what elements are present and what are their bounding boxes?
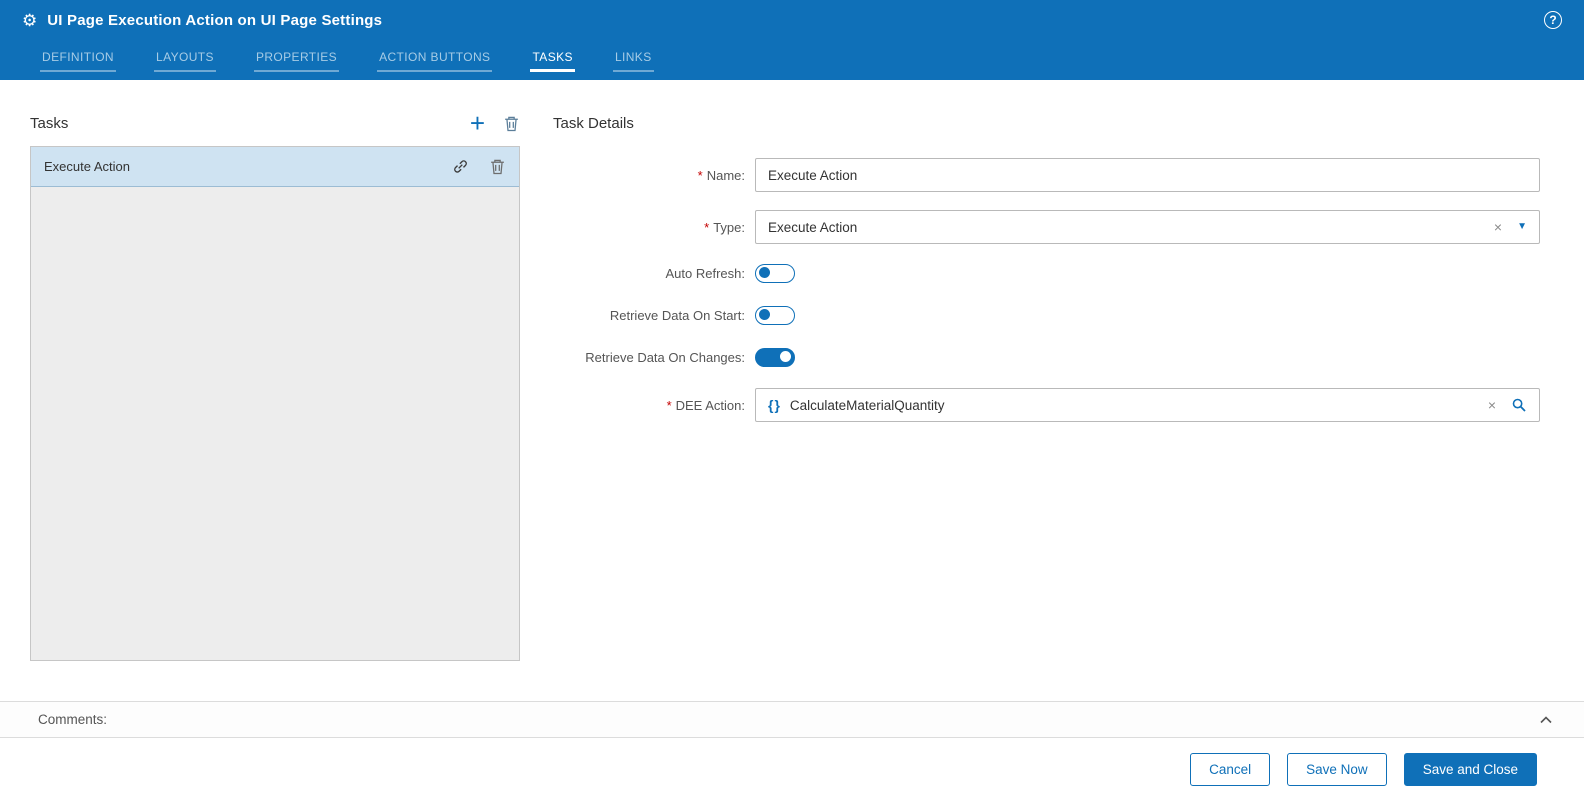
type-field-row: * Type: Execute Action × ▼ bbox=[553, 210, 1540, 244]
task-details-form: * Name: Execute Action * Type: Execute Act… bbox=[553, 158, 1540, 440]
name-value: Execute Action bbox=[768, 167, 858, 183]
main-content: Tasks + Execute Action Task Details * Na… bbox=[0, 80, 1584, 701]
retrieve-data-on-changes-label: Retrieve Data On Changes: bbox=[585, 349, 745, 365]
clear-dee-action-icon[interactable]: × bbox=[1488, 398, 1496, 412]
type-value: Execute Action bbox=[768, 219, 858, 235]
task-details-title: Task Details bbox=[553, 114, 634, 132]
tab-bar: DEFINITION LAYOUTS PROPERTIES ACTION BUT… bbox=[0, 40, 1584, 80]
footer-actions: Cancel Save Now Save and Close bbox=[0, 738, 1584, 800]
clear-type-icon[interactable]: × bbox=[1494, 220, 1502, 234]
tab-tasks[interactable]: TASKS bbox=[530, 50, 575, 72]
search-icon[interactable] bbox=[1511, 397, 1527, 413]
dee-action-label: * DEE Action: bbox=[666, 397, 745, 413]
save-now-button[interactable]: Save Now bbox=[1287, 752, 1387, 786]
name-field-row: * Name: Execute Action bbox=[553, 158, 1540, 192]
retrieve-data-on-changes-row: Retrieve Data On Changes: bbox=[553, 346, 1540, 368]
cancel-button[interactable]: Cancel bbox=[1190, 752, 1271, 786]
comments-bar[interactable]: Comments: bbox=[0, 701, 1584, 738]
auto-refresh-row: Auto Refresh: bbox=[553, 262, 1540, 284]
dee-action-input[interactable]: {} CalculateMaterialQuantity × bbox=[755, 388, 1540, 422]
help-icon[interactable]: ? bbox=[1544, 11, 1562, 29]
dee-action-value: CalculateMaterialQuantity bbox=[789, 397, 945, 413]
required-mark: * bbox=[666, 397, 672, 413]
tasks-panel: Tasks + Execute Action bbox=[30, 108, 520, 701]
window-header: ⚙ UI Page Execution Action on UI Page Se… bbox=[0, 0, 1584, 40]
retrieve-data-on-start-label: Retrieve Data On Start: bbox=[609, 307, 745, 323]
add-task-icon[interactable]: + bbox=[470, 110, 485, 136]
retrieve-data-on-start-row: Retrieve Data On Start: bbox=[553, 304, 1540, 326]
task-details-header: Task Details bbox=[553, 108, 1540, 138]
dee-action-row: * DEE Action: {} CalculateMaterialQuantit… bbox=[553, 388, 1540, 422]
link-task-icon[interactable] bbox=[452, 158, 469, 175]
tab-links[interactable]: LINKS bbox=[612, 50, 654, 72]
task-list: Execute Action bbox=[30, 146, 520, 661]
delete-task-icon[interactable] bbox=[503, 115, 520, 132]
task-item-label: Execute Action bbox=[44, 159, 130, 174]
required-mark: * bbox=[697, 167, 703, 183]
name-input[interactable]: Execute Action bbox=[755, 158, 1540, 192]
comments-label: Comments: bbox=[38, 712, 108, 727]
tab-properties[interactable]: PROPERTIES bbox=[253, 50, 340, 72]
name-label: * Name: bbox=[697, 167, 745, 183]
braces-icon: {} bbox=[768, 397, 781, 413]
delete-task-row-icon[interactable] bbox=[489, 158, 506, 175]
chevron-up-icon[interactable] bbox=[1538, 712, 1554, 728]
save-and-close-button[interactable]: Save and Close bbox=[1403, 752, 1537, 786]
gear-icon: ⚙ bbox=[22, 10, 38, 30]
task-list-item[interactable]: Execute Action bbox=[31, 147, 519, 187]
retrieve-data-on-changes-toggle[interactable] bbox=[755, 347, 795, 367]
tasks-panel-title: Tasks bbox=[30, 114, 69, 132]
required-mark: * bbox=[704, 219, 710, 235]
type-label: * Type: bbox=[704, 219, 745, 235]
retrieve-data-on-start-toggle[interactable] bbox=[755, 305, 795, 325]
tab-action-buttons[interactable]: ACTION BUTTONS bbox=[377, 50, 493, 72]
tasks-panel-header: Tasks + bbox=[30, 108, 520, 138]
page-title: UI Page Execution Action on UI Page Sett… bbox=[47, 11, 383, 29]
auto-refresh-toggle[interactable] bbox=[755, 263, 795, 283]
type-select[interactable]: Execute Action × ▼ bbox=[755, 210, 1540, 244]
auto-refresh-label: Auto Refresh: bbox=[665, 265, 746, 281]
chevron-down-icon[interactable]: ▼ bbox=[1517, 222, 1527, 232]
tab-layouts[interactable]: LAYOUTS bbox=[154, 50, 216, 72]
tab-definition[interactable]: DEFINITION bbox=[40, 50, 116, 72]
task-details-panel: Task Details * Name: Execute Action * Type… bbox=[553, 108, 1540, 701]
